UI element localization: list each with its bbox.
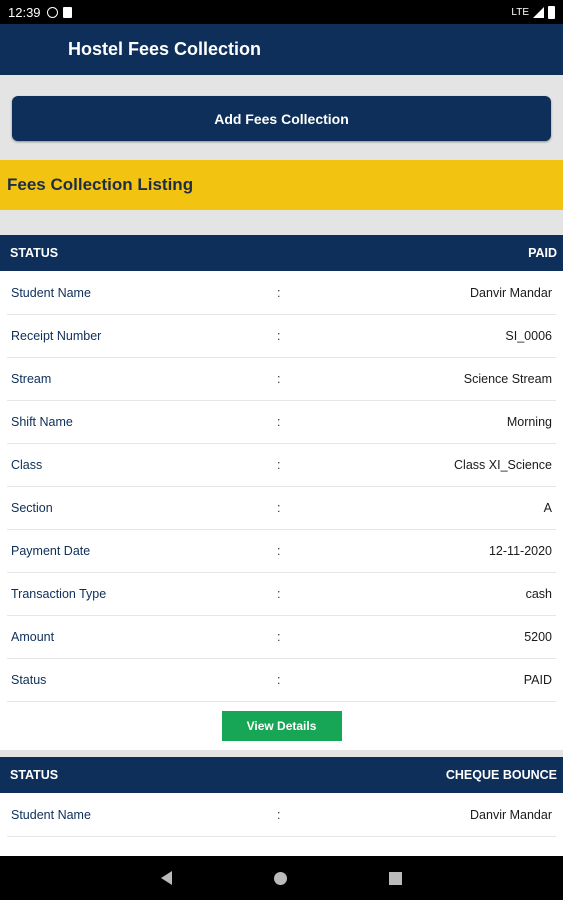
field-separator: : bbox=[277, 587, 281, 601]
app-bar: Hostel Fees Collection bbox=[0, 24, 563, 75]
field-separator: : bbox=[277, 808, 281, 822]
field-separator: : bbox=[277, 458, 281, 472]
field-separator: : bbox=[277, 673, 281, 687]
fee-record-card: STATUS CHEQUE BOUNCE Student Name : Danv… bbox=[0, 757, 563, 856]
field-label: Status bbox=[11, 673, 47, 687]
field-label: Receipt Number bbox=[11, 329, 102, 343]
sync-icon bbox=[46, 6, 58, 18]
view-details-button[interactable]: View Details bbox=[221, 711, 342, 741]
record-status-header: STATUS PAID bbox=[0, 235, 563, 271]
field-value: Morning bbox=[506, 415, 552, 429]
battery-icon bbox=[548, 5, 555, 19]
field-value: Class XI_Science bbox=[454, 458, 552, 472]
field-value: PAID bbox=[523, 673, 552, 687]
field-value: Danvir Mandar bbox=[470, 286, 552, 300]
field-label: Transaction Type bbox=[11, 587, 107, 601]
field-label: Student Name bbox=[11, 286, 91, 300]
field-value: 12-11-2020 bbox=[488, 544, 552, 558]
fee-record-card: STATUS PAID Student Name : Danvir Mandar… bbox=[0, 235, 563, 750]
status-header-label: STATUS bbox=[10, 246, 59, 260]
field-row-amount: Amount : 5200 bbox=[7, 616, 556, 659]
field-row-student-name: Student Name : Danvir Mandar bbox=[7, 272, 556, 315]
field-row-shift-name: Shift Name : Morning bbox=[7, 401, 556, 444]
status-header-value: PAID bbox=[528, 246, 557, 260]
back-icon[interactable] bbox=[161, 871, 172, 885]
field-value: SI_0006 bbox=[505, 329, 552, 343]
field-row-stream: Stream : Science Stream bbox=[7, 358, 556, 401]
record-status-header: STATUS CHEQUE BOUNCE bbox=[0, 757, 563, 793]
field-separator: : bbox=[277, 630, 281, 644]
field-label: Class bbox=[11, 458, 43, 472]
field-label: Section bbox=[11, 501, 53, 515]
field-row-status: Status : PAID bbox=[7, 659, 556, 702]
field-row-class: Class : Class XI_Science bbox=[7, 444, 556, 487]
field-separator: : bbox=[277, 372, 281, 386]
field-separator: : bbox=[277, 501, 281, 515]
view-details-container: View Details bbox=[0, 702, 563, 750]
field-separator: : bbox=[277, 286, 281, 300]
field-value: A bbox=[543, 501, 552, 515]
field-value: Science Stream bbox=[463, 372, 552, 386]
field-row-payment-date: Payment Date : 12-11-2020 bbox=[7, 530, 556, 573]
field-separator: : bbox=[277, 329, 281, 343]
page-title: Hostel Fees Collection bbox=[68, 39, 262, 59]
field-label: Student Name bbox=[11, 808, 91, 822]
field-row-receipt-number: Receipt Number : SI_0006 bbox=[7, 315, 556, 358]
home-icon[interactable] bbox=[274, 871, 287, 885]
signal-icon bbox=[533, 6, 544, 18]
network-type: LTE bbox=[511, 6, 529, 18]
sd-card-icon bbox=[62, 6, 72, 18]
field-row-section: Section : A bbox=[7, 487, 556, 530]
add-fees-collection-button[interactable]: Add Fees Collection bbox=[12, 96, 551, 141]
status-time: 12:39 bbox=[8, 4, 41, 20]
status-header-value: CHEQUE BOUNCE bbox=[445, 768, 557, 782]
field-value: Danvir Mandar bbox=[470, 808, 552, 822]
field-label: Amount bbox=[11, 630, 55, 644]
status-header-label: STATUS bbox=[10, 768, 59, 782]
field-label: Shift Name bbox=[11, 415, 73, 429]
listing-title: Fees Collection Listing bbox=[7, 175, 194, 194]
field-row-student-name: Student Name : Danvir Mandar bbox=[7, 794, 556, 837]
field-value: 5200 bbox=[524, 630, 552, 644]
field-value: cash bbox=[525, 587, 552, 601]
field-separator: : bbox=[277, 415, 281, 429]
field-label: Stream bbox=[11, 372, 52, 386]
field-row-transaction-type: Transaction Type : cash bbox=[7, 573, 556, 616]
navigation-bar bbox=[0, 856, 563, 900]
status-bar: 12:39 LTE bbox=[0, 0, 563, 24]
listing-header: Fees Collection Listing bbox=[0, 160, 563, 210]
field-separator: : bbox=[277, 544, 281, 558]
recents-icon[interactable] bbox=[389, 871, 402, 885]
field-label: Payment Date bbox=[11, 544, 91, 558]
